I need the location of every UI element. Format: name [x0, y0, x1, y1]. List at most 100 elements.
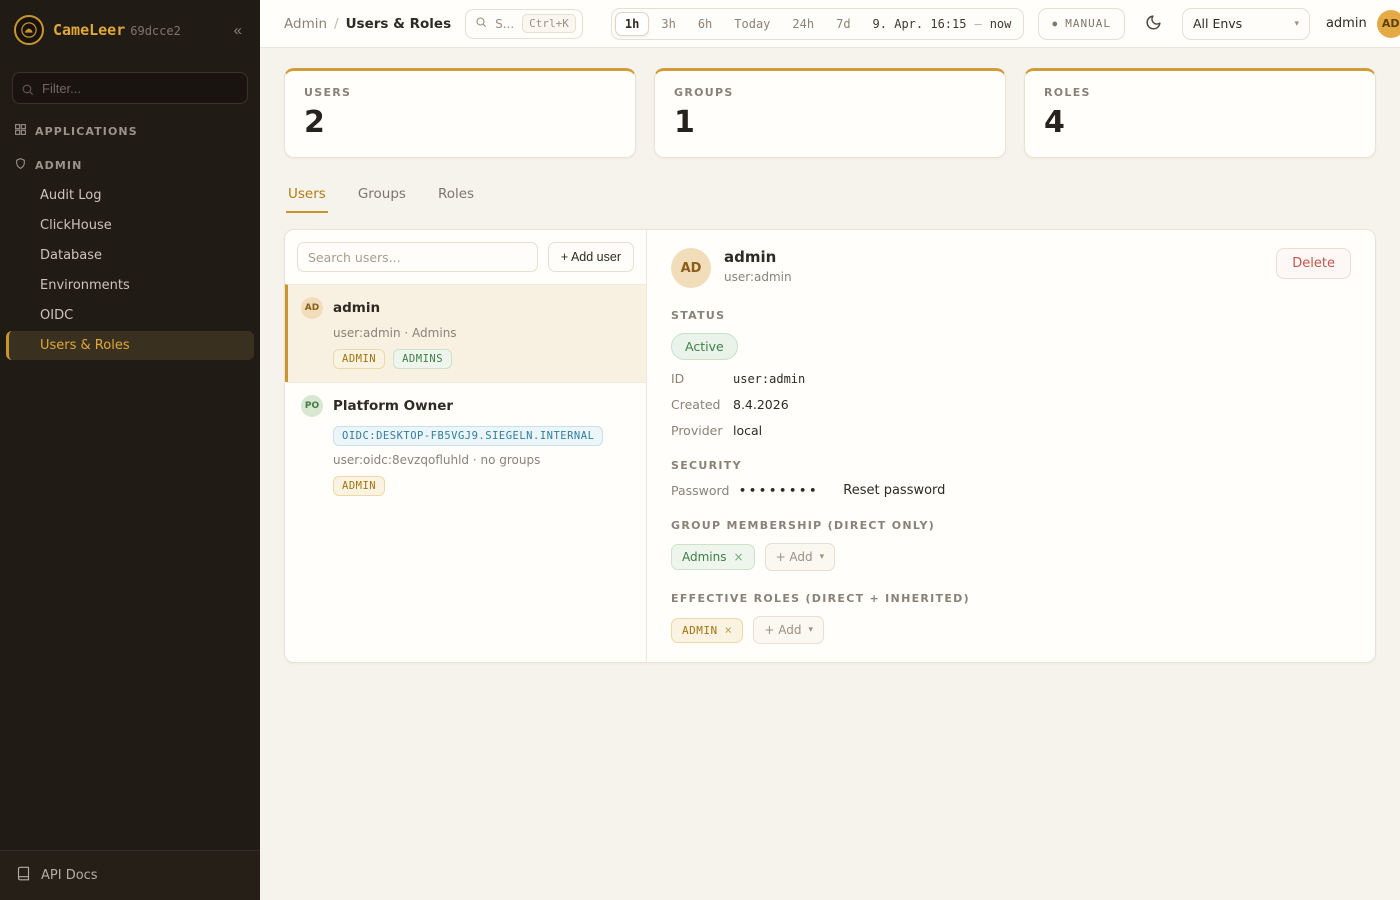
user-detail-header: AD admin user:admin Delete — [671, 248, 1351, 288]
remove-role-icon[interactable]: × — [725, 624, 733, 636]
breadcrumb: Admin / Users & Roles — [284, 16, 451, 32]
avatar: AD — [1377, 10, 1400, 38]
environment-select[interactable]: All Envs ▾ — [1182, 8, 1310, 40]
user-subtitle: user:oidc:8evzqofluhld · no groups — [333, 453, 632, 467]
field-value: 8.4.2026 — [733, 397, 789, 412]
stat-label: USERS — [304, 86, 616, 99]
tab-users[interactable]: Users — [286, 178, 328, 213]
avatar: PO — [301, 395, 323, 417]
time-range-7d[interactable]: 7d — [826, 12, 860, 36]
effective-roles-heading: EFFECTIVE ROLES (DIRECT + INHERITED) — [671, 592, 1351, 605]
dark-mode-toggle[interactable] — [1139, 8, 1168, 40]
field-row-id: ID user:admin — [671, 371, 1351, 386]
api-docs-link[interactable]: API Docs — [0, 850, 260, 900]
sidebar-item-users-roles[interactable]: Users & Roles — [6, 331, 254, 360]
user-badges: ADMIN — [333, 476, 632, 496]
group-membership-row: Admins × + Add ▾ — [671, 543, 1351, 571]
role-chip-label: ADMIN — [682, 624, 718, 637]
delete-user-button[interactable]: Delete — [1276, 248, 1351, 279]
user-detail-pane: AD admin user:admin Delete STATUS Active… — [647, 230, 1375, 662]
stat-label: GROUPS — [674, 86, 986, 99]
user-list-pane: + Add user AD admin user:admin · Admins … — [285, 230, 647, 662]
api-docs-label: API Docs — [41, 868, 98, 883]
search-shortcut: Ctrl+K — [522, 14, 576, 33]
stat-value: 1 — [674, 105, 986, 140]
chevron-down-icon: ▾ — [820, 552, 825, 562]
users-panel: + Add user AD admin user:admin · Admins … — [284, 229, 1376, 663]
stat-value: 2 — [304, 105, 616, 140]
user-list-item-platform-owner[interactable]: PO Platform Owner OIDC:DESKTOP-FB5VGJ9.S… — [285, 382, 646, 509]
username: admin — [1326, 16, 1367, 31]
sidebar-item-oidc[interactable]: OIDC — [6, 301, 254, 330]
status-badge: Active — [671, 333, 738, 360]
stat-card-users: USERS 2 — [284, 68, 636, 158]
tab-groups[interactable]: Groups — [356, 178, 408, 213]
time-range-24h[interactable]: 24h — [782, 12, 824, 36]
sidebar-section-admin[interactable]: ADMIN — [0, 146, 260, 180]
time-range-today[interactable]: Today — [724, 12, 780, 36]
status-dot-icon: ● — [1052, 19, 1058, 28]
remove-group-icon[interactable]: × — [734, 551, 744, 563]
sidebar-nav: Audit Log ClickHouse Database Environmen… — [0, 180, 260, 361]
reset-password-link[interactable]: Reset password — [843, 483, 945, 498]
avatar: AD — [301, 297, 323, 319]
effective-roles-row: ADMIN × + Add ▾ — [671, 616, 1351, 644]
section-label: ADMIN — [35, 159, 82, 172]
stat-label: ROLES — [1044, 86, 1356, 99]
section-label: APPLICATIONS — [35, 125, 138, 138]
book-icon — [16, 866, 31, 885]
field-value: user:admin — [733, 372, 805, 386]
oidc-badge-row: OIDC:DESKTOP-FB5VGJ9.SIEGELN.INTERNAL — [333, 424, 632, 446]
breadcrumb-separator: / — [334, 16, 339, 32]
add-group-label: + Add — [776, 550, 813, 564]
shield-icon — [14, 157, 27, 173]
user-badges: ADMIN ADMINS — [333, 349, 632, 369]
add-role-label: + Add — [764, 623, 801, 637]
password-row: Password •••••••• Reset password — [671, 483, 1351, 498]
user-menu[interactable]: admin AD — [1326, 10, 1400, 38]
sidebar-filter-input[interactable] — [12, 72, 248, 104]
moon-icon — [1145, 14, 1162, 34]
app-title: CameLeer69dcce2 — [53, 21, 181, 39]
group-chip-admins: Admins × — [671, 544, 755, 570]
breadcrumb-admin[interactable]: Admin — [284, 16, 327, 32]
stat-card-groups: GROUPS 1 — [654, 68, 1006, 158]
role-badge: ADMIN — [333, 476, 385, 496]
sidebar-item-audit-log[interactable]: Audit Log — [6, 181, 254, 210]
add-role-button[interactable]: + Add ▾ — [753, 616, 824, 644]
main-area: Admin / Users & Roles S... Ctrl+K 1h 3h … — [260, 0, 1400, 900]
page-content: USERS 2 GROUPS 1 ROLES 4 Users Groups Ro… — [260, 48, 1400, 683]
user-list-item-admin[interactable]: AD admin user:admin · Admins ADMIN ADMIN… — [285, 284, 646, 382]
group-membership-heading: GROUP MEMBERSHIP (DIRECT ONLY) — [671, 519, 1351, 532]
sidebar-item-environments[interactable]: Environments — [6, 271, 254, 300]
global-search-button[interactable]: S... Ctrl+K — [465, 9, 583, 39]
time-range-6h[interactable]: 6h — [688, 12, 722, 36]
user-subtitle: user:admin · Admins — [333, 326, 632, 340]
role-badge: ADMIN — [333, 349, 385, 369]
security-heading: SECURITY — [671, 459, 1351, 472]
stat-card-roles: ROLES 4 — [1024, 68, 1376, 158]
password-mask: •••••••• — [739, 484, 819, 497]
sidebar-collapse-button[interactable]: « — [230, 20, 246, 41]
time-range-1h[interactable]: 1h — [615, 12, 649, 36]
refresh-mode-button[interactable]: ● MANUAL — [1038, 8, 1125, 40]
group-badge: ADMINS — [393, 349, 452, 369]
sidebar-item-clickhouse[interactable]: ClickHouse — [6, 211, 254, 240]
tab-roles[interactable]: Roles — [436, 178, 476, 213]
breadcrumb-current: Users & Roles — [346, 16, 452, 32]
grid-icon — [14, 123, 27, 139]
time-range-display[interactable]: 9. Apr. 16:15 — now — [873, 17, 1012, 31]
avatar: AD — [671, 248, 711, 288]
field-value: local — [733, 423, 762, 438]
sidebar-section-applications[interactable]: APPLICATIONS — [0, 112, 260, 146]
add-user-button[interactable]: + Add user — [548, 242, 634, 272]
add-group-button[interactable]: + Add ▾ — [765, 543, 836, 571]
app-name: CameLeer — [53, 21, 125, 39]
topbar: Admin / Users & Roles S... Ctrl+K 1h 3h … — [260, 0, 1400, 48]
field-label: ID — [671, 371, 733, 386]
sidebar-item-database[interactable]: Database — [6, 241, 254, 270]
user-name: Platform Owner — [333, 398, 453, 414]
time-range-3h[interactable]: 3h — [651, 12, 685, 36]
refresh-mode-label: MANUAL — [1065, 17, 1111, 30]
user-search-input[interactable] — [297, 242, 538, 272]
